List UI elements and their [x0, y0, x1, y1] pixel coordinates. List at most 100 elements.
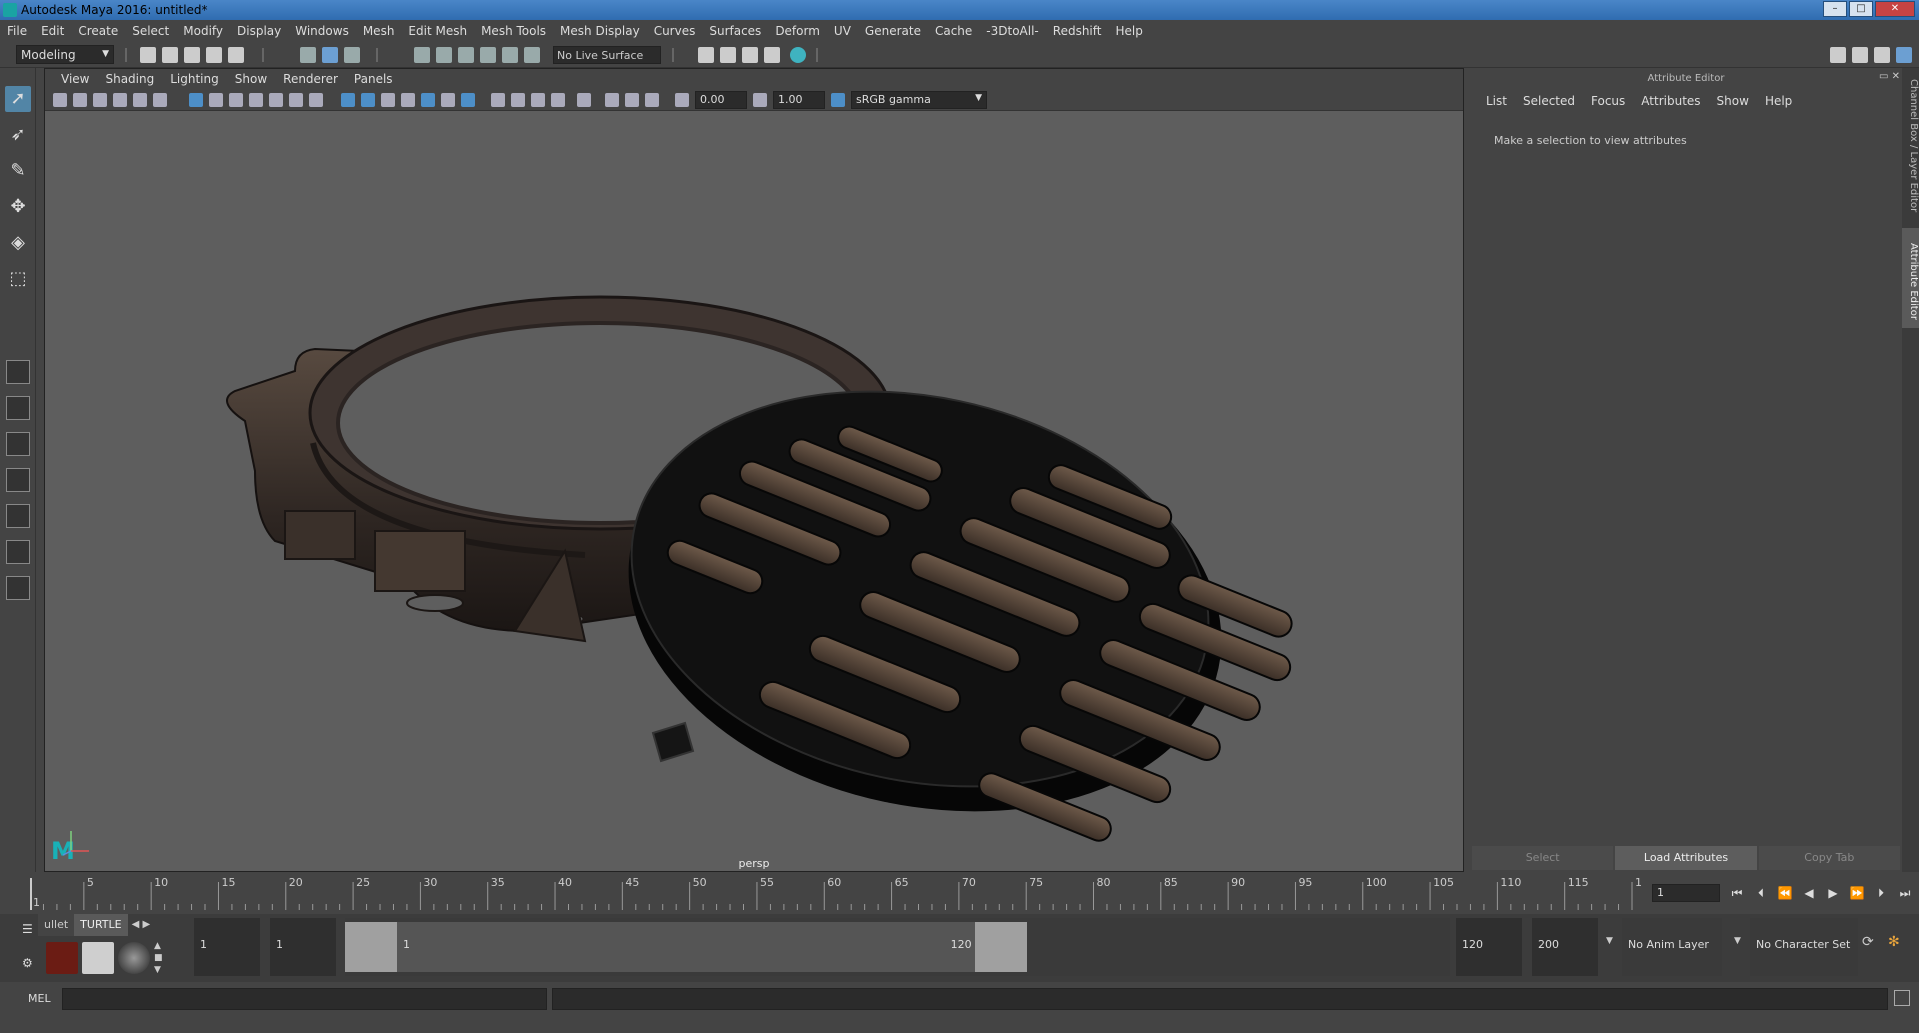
animation-preferences-icon[interactable]: ✻ [1888, 934, 1900, 950]
copy-tab-button[interactable]: Copy Tab [1758, 846, 1900, 870]
play-backwards-icon[interactable]: ◀ [1800, 884, 1818, 902]
film-gate-icon[interactable] [209, 93, 223, 107]
menu-generate[interactable]: Generate [858, 24, 928, 38]
menu-edit-mesh[interactable]: Edit Mesh [401, 24, 474, 38]
step-forward-key-icon[interactable]: ⏩ [1848, 884, 1866, 902]
snap-grid-icon[interactable] [414, 47, 430, 63]
shelf-tab-turtle[interactable]: TURTLE [74, 914, 128, 936]
snap-projected-icon[interactable] [524, 47, 540, 63]
step-forward-frame-icon[interactable]: ⏵ [1872, 884, 1890, 902]
gamma-icon[interactable] [753, 93, 767, 107]
motion-blur-icon[interactable] [511, 93, 525, 107]
ipr-render-icon[interactable] [742, 47, 758, 63]
attr-menu-list[interactable]: List [1478, 94, 1515, 114]
minimize-icon[interactable]: – [1823, 1, 1847, 17]
default-material-icon[interactable] [381, 93, 395, 107]
single-pane-layout-icon[interactable] [6, 360, 30, 384]
ambient-occlusion-icon[interactable] [491, 93, 505, 107]
menu-display[interactable]: Display [230, 24, 288, 38]
scale-tool-icon[interactable]: ⬚ [5, 266, 31, 292]
current-frame-field[interactable]: 1 [1652, 884, 1720, 902]
turtle-sphere-icon[interactable] [118, 942, 150, 974]
attr-menu-selected[interactable]: Selected [1515, 94, 1583, 114]
range-start-handle[interactable] [345, 922, 397, 972]
custom-layout-icon[interactable] [6, 576, 30, 600]
gamma-field[interactable]: 1.00 [773, 91, 825, 109]
isolate-select-icon[interactable] [577, 93, 591, 107]
two-pane-side-layout-icon[interactable] [6, 432, 30, 456]
viewport-menu-show[interactable]: Show [227, 72, 275, 86]
animation-start-field[interactable]: 1 [194, 918, 260, 976]
field-chart-icon[interactable] [269, 93, 283, 107]
menu-mesh[interactable]: Mesh [356, 24, 402, 38]
step-back-key-icon[interactable]: ⏪ [1776, 884, 1794, 902]
viewport-menu-panels[interactable]: Panels [346, 72, 401, 86]
menu-curves[interactable]: Curves [647, 24, 703, 38]
float-panel-icon[interactable]: ▭ [1879, 71, 1888, 82]
paint-select-tool-icon[interactable]: ✎ [5, 158, 31, 184]
grease-pencil-icon[interactable] [133, 93, 147, 107]
outliner-persp-layout-icon[interactable] [6, 468, 30, 492]
xray-joints-icon[interactable] [645, 93, 659, 107]
shelf-scroll-icon[interactable]: ▲ ■ ▼ [154, 940, 163, 976]
turtle-bake-icon[interactable] [82, 942, 114, 974]
auto-key-icon[interactable]: ⟳ [1862, 934, 1874, 950]
playback-start-field[interactable]: 1 [270, 918, 336, 976]
menu-modify[interactable]: Modify [176, 24, 230, 38]
multisample-aa-icon[interactable] [531, 93, 545, 107]
play-forwards-icon[interactable]: ▶ [1824, 884, 1842, 902]
snap-point-icon[interactable] [458, 47, 474, 63]
shadows-icon[interactable] [461, 93, 475, 107]
textured-icon[interactable] [421, 93, 435, 107]
anim-layer-dropdown[interactable]: No Anim Layer [1622, 918, 1722, 976]
menu-cache[interactable]: Cache [928, 24, 979, 38]
color-space-dropdown[interactable]: sRGB gamma ▼ [851, 91, 987, 109]
turtle-render-icon[interactable] [46, 942, 78, 974]
tab-attribute-editor[interactable]: Attribute Editor [1902, 228, 1919, 328]
viewport-menu-lighting[interactable]: Lighting [162, 72, 227, 86]
hypershade-icon[interactable] [790, 47, 806, 63]
bookmark-icon[interactable] [93, 93, 107, 107]
go-to-end-icon[interactable]: ⏭ [1896, 884, 1914, 902]
select-by-hierarchy-icon[interactable] [300, 47, 316, 63]
range-slider-track[interactable]: 1 120 [345, 918, 1450, 976]
render-view-icon[interactable] [764, 47, 780, 63]
image-plane-icon[interactable] [113, 93, 127, 107]
move-tool-icon[interactable]: ✥ [5, 194, 31, 220]
snap-curve-icon[interactable] [436, 47, 452, 63]
xray-active-icon[interactable] [625, 93, 639, 107]
menu-create[interactable]: Create [71, 24, 125, 38]
playback-end-field[interactable]: 120 [1456, 918, 1522, 976]
viewport-scene[interactable] [45, 111, 1464, 857]
four-pane-layout-icon[interactable] [6, 396, 30, 420]
menu-surfaces[interactable]: Surfaces [702, 24, 768, 38]
menu-uv[interactable]: UV [827, 24, 858, 38]
menu-windows[interactable]: Windows [288, 24, 356, 38]
attr-menu-show[interactable]: Show [1709, 94, 1757, 114]
rotate-tool-icon[interactable]: ◈ [5, 230, 31, 256]
menu-set-selector[interactable]: Modeling ▼ [16, 45, 114, 64]
camera-attributes-icon[interactable] [73, 93, 87, 107]
menu-help[interactable]: Help [1108, 24, 1149, 38]
viewport-panel[interactable]: View Shading Lighting Show Renderer Pane… [44, 68, 1464, 872]
gate-mask-icon[interactable] [249, 93, 263, 107]
close-icon[interactable]: ✕ [1875, 1, 1915, 17]
wireframe-on-shaded-icon[interactable] [401, 93, 415, 107]
lasso-tool-icon[interactable]: ➶ [5, 122, 31, 148]
shelf-menu-icon[interactable]: ☰ [22, 922, 33, 936]
render-settings-icon[interactable] [698, 47, 714, 63]
safe-title-icon[interactable] [309, 93, 323, 107]
select-camera-icon[interactable] [53, 93, 67, 107]
tool-settings-icon[interactable] [1874, 47, 1890, 63]
viewport-menu-renderer[interactable]: Renderer [275, 72, 346, 86]
shelf-tab-bullet[interactable]: ullet [38, 914, 75, 936]
live-surface-field[interactable]: No Live Surface [553, 46, 661, 64]
time-slider[interactable]: 1 5 10 15 20 25 30 35 40 45 50 55 60 65 70 75 80 85 90 95 10… [0, 874, 1919, 914]
animation-end-field[interactable]: 200 [1532, 918, 1598, 976]
safe-action-icon[interactable] [289, 93, 303, 107]
select-by-component-icon[interactable] [344, 47, 360, 63]
shelf-scroll-arrows-icon[interactable]: ◀ ▶ [128, 914, 155, 936]
graph-persp-layout-icon[interactable] [6, 504, 30, 528]
render-frame-icon[interactable] [720, 47, 736, 63]
color-management-icon[interactable] [831, 93, 845, 107]
